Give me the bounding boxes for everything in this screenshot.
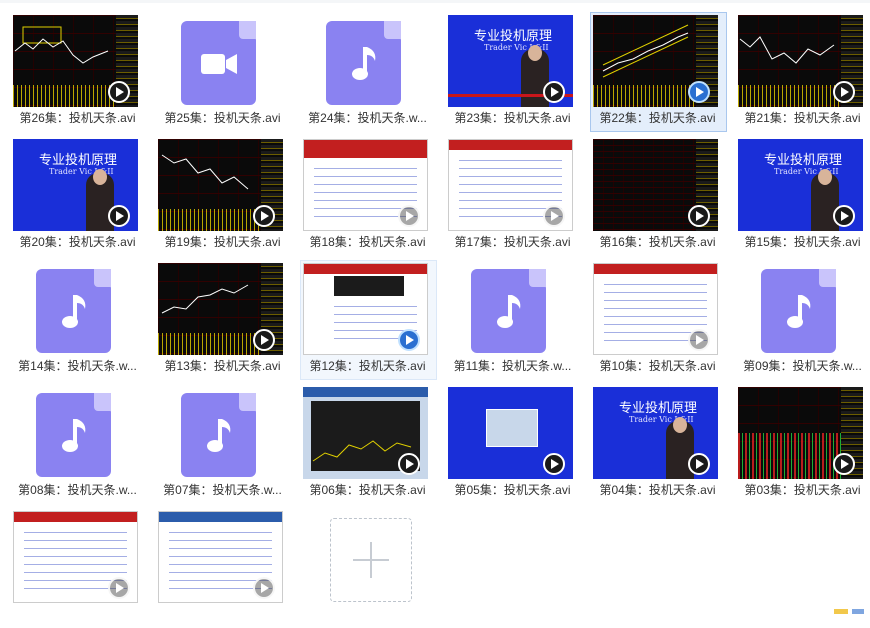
play-icon bbox=[398, 453, 420, 475]
play-icon bbox=[833, 81, 855, 103]
file-label: 第25集：投机天条.avi bbox=[164, 111, 281, 125]
file-label: 第21集：投机天条.avi bbox=[744, 111, 861, 125]
file-label: 第16集：投机天条.avi bbox=[599, 235, 716, 249]
file-label: 第19集：投机天条.avi bbox=[164, 235, 281, 249]
file-item-selected[interactable]: 第22集：投机天条.avi bbox=[590, 12, 727, 132]
file-label: 第11集：投机天条.w... bbox=[453, 359, 572, 373]
file-item[interactable]: 第08集：投机天条.w... bbox=[10, 384, 147, 504]
play-icon bbox=[688, 205, 710, 227]
play-icon bbox=[253, 577, 275, 599]
play-icon bbox=[833, 205, 855, 227]
file-item[interactable] bbox=[155, 508, 292, 628]
file-label: 第14集：投机天条.w... bbox=[18, 359, 137, 373]
play-icon bbox=[398, 329, 420, 351]
file-item[interactable]: 专业投机原理 Trader Vic I &II 第15集：投机天条.avi bbox=[735, 136, 870, 256]
file-label: 第04集：投机天条.avi bbox=[599, 483, 716, 497]
file-label: 第18集：投机天条.avi bbox=[309, 235, 426, 249]
file-item[interactable]: 第05集：投机天条.avi bbox=[445, 384, 582, 504]
plus-icon bbox=[353, 542, 389, 578]
file-label: 第03集：投机天条.avi bbox=[744, 483, 861, 497]
file-label: 第22集：投机天条.avi bbox=[599, 111, 716, 125]
file-item[interactable]: 第09集：投机天条.w... bbox=[735, 260, 870, 380]
play-icon bbox=[543, 81, 565, 103]
file-item[interactable]: 专业投机原理 Trader Vic I &II 第04集：投机天条.avi bbox=[590, 384, 727, 504]
file-label: 第09集：投机天条.w... bbox=[743, 359, 862, 373]
video-camera-icon bbox=[181, 21, 256, 105]
file-item[interactable]: 第14集：投机天条.w... bbox=[10, 260, 147, 380]
play-icon bbox=[688, 329, 710, 351]
file-item[interactable]: 第26集：投机天条.avi bbox=[10, 12, 147, 132]
file-label: 第05集：投机天条.avi bbox=[454, 483, 571, 497]
music-note-icon bbox=[761, 269, 836, 353]
play-icon bbox=[688, 453, 710, 475]
add-file-button[interactable] bbox=[330, 518, 412, 602]
file-label: 第24集：投机天条.w... bbox=[308, 111, 427, 125]
play-icon bbox=[688, 81, 710, 103]
play-icon bbox=[108, 81, 130, 103]
status-icons bbox=[830, 608, 866, 614]
cover-title: 专业投机原理 bbox=[39, 153, 118, 168]
file-label: 第15集：投机天条.avi bbox=[744, 235, 861, 249]
cover-title: 专业投机原理 bbox=[619, 401, 698, 416]
play-icon bbox=[543, 453, 565, 475]
music-note-icon bbox=[471, 269, 546, 353]
file-label: 第20集：投机天条.avi bbox=[19, 235, 136, 249]
file-item[interactable]: 第16集：投机天条.avi bbox=[590, 136, 727, 256]
file-item[interactable]: 专业投机原理 Trader Vic I &II 第20集：投机天条.avi bbox=[10, 136, 147, 256]
file-label: 第06集：投机天条.avi bbox=[309, 483, 426, 497]
cover-title: 专业投机原理 bbox=[474, 29, 553, 44]
top-divider bbox=[0, 0, 870, 3]
play-icon bbox=[543, 205, 565, 227]
play-icon bbox=[833, 453, 855, 475]
file-label: 第26集：投机天条.avi bbox=[19, 111, 136, 125]
music-note-icon bbox=[36, 393, 111, 477]
play-icon bbox=[253, 205, 275, 227]
file-label: 第10集：投机天条.avi bbox=[599, 359, 716, 373]
file-item[interactable]: 第19集：投机天条.avi bbox=[155, 136, 292, 256]
file-item[interactable]: 第03集：投机天条.avi bbox=[735, 384, 870, 504]
music-note-icon bbox=[326, 21, 401, 105]
file-item[interactable]: 第17集：投机天条.avi bbox=[445, 136, 582, 256]
play-icon bbox=[398, 205, 420, 227]
file-grid: 第26集：投机天条.avi 第25集：投机天条.avi 第24集：投机天条.w.… bbox=[10, 12, 870, 612]
file-item[interactable]: 第13集：投机天条.avi bbox=[155, 260, 292, 380]
file-item[interactable]: 第10集：投机天条.avi bbox=[590, 260, 727, 380]
music-note-icon bbox=[36, 269, 111, 353]
file-item[interactable]: 第21集：投机天条.avi bbox=[735, 12, 870, 132]
file-item[interactable]: 第12集：投机天条.avi bbox=[300, 260, 437, 380]
file-label: 第17集：投机天条.avi bbox=[454, 235, 571, 249]
play-icon bbox=[108, 205, 130, 227]
file-label: 第12集：投机天条.avi bbox=[309, 359, 426, 373]
file-item[interactable]: 第24集：投机天条.w... bbox=[300, 12, 437, 132]
file-item[interactable]: 第18集：投机天条.avi bbox=[300, 136, 437, 256]
file-item[interactable]: 第06集：投机天条.avi bbox=[300, 384, 437, 504]
music-note-icon bbox=[181, 393, 256, 477]
file-label: 第08集：投机天条.w... bbox=[18, 483, 137, 497]
file-label: 第23集：投机天条.avi bbox=[454, 111, 571, 125]
file-item[interactable]: 第25集：投机天条.avi bbox=[155, 12, 292, 132]
file-item[interactable] bbox=[10, 508, 147, 628]
file-label: 第07集：投机天条.w... bbox=[163, 483, 282, 497]
file-label: 第13集：投机天条.avi bbox=[164, 359, 281, 373]
play-icon bbox=[108, 577, 130, 599]
play-icon bbox=[253, 329, 275, 351]
file-item[interactable]: 第11集：投机天条.w... bbox=[445, 260, 582, 380]
cover-title: 专业投机原理 bbox=[764, 153, 843, 168]
file-item[interactable]: 专业投机原理 Trader Vic I &II 第23集：投机天条.avi bbox=[445, 12, 582, 132]
file-item[interactable]: 第07集：投机天条.w... bbox=[155, 384, 292, 504]
